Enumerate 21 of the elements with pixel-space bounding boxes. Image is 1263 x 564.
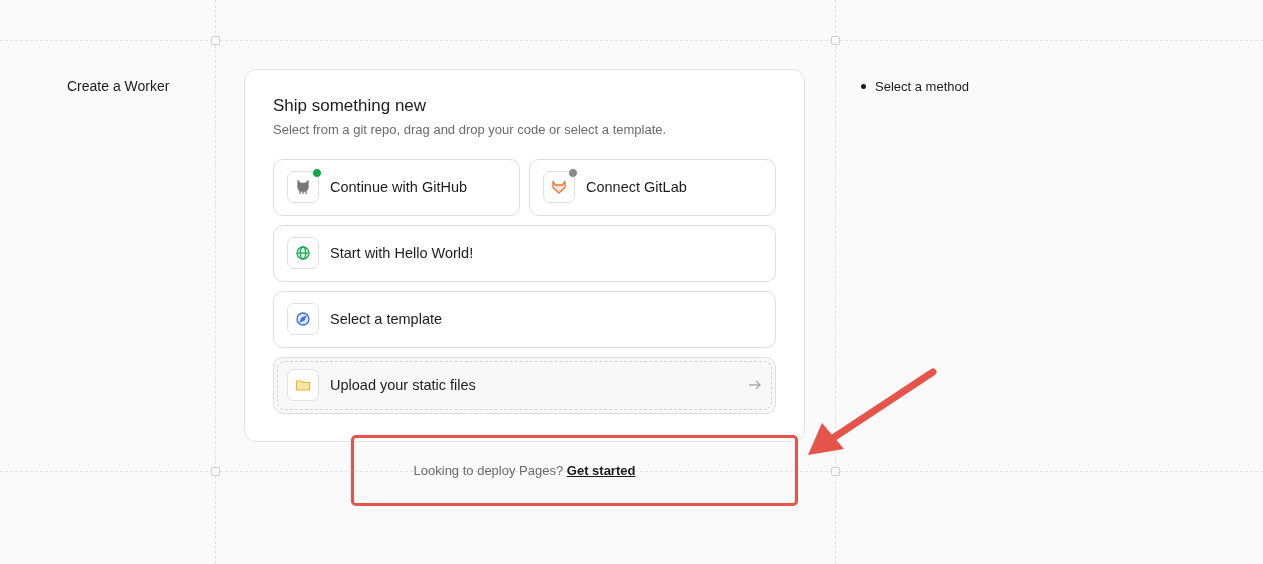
fox-icon — [551, 179, 567, 196]
compass-icon — [295, 311, 311, 328]
option-button[interactable]: Continue with GitHub — [273, 158, 520, 216]
option-button[interactable]: Start with Hello World! — [273, 224, 776, 282]
globe-icon — [295, 245, 311, 262]
option-button[interactable]: Select a template — [273, 290, 776, 348]
card-subtitle: Select from a git repo, drag and drop your code or select a template. — [273, 121, 668, 140]
folder-icon — [295, 377, 311, 394]
card-title: Ship something new — [273, 96, 428, 117]
step-label: Select a method — [875, 78, 969, 96]
corner-handle — [211, 36, 220, 45]
cat-icon — [295, 179, 311, 196]
upload-dropzone[interactable]: Upload your static files — [273, 356, 776, 414]
get-started-link[interactable]: Get started — [566, 462, 636, 478]
page-title: Create a Worker — [66, 77, 171, 96]
corner-handle — [831, 36, 840, 45]
corner-handle — [211, 467, 220, 476]
option-button[interactable]: Connect GitLab — [529, 158, 776, 216]
arrow-right-icon — [748, 379, 762, 392]
corner-handle — [831, 467, 840, 476]
footer-text: Looking to deploy Pages? — [413, 462, 564, 478]
